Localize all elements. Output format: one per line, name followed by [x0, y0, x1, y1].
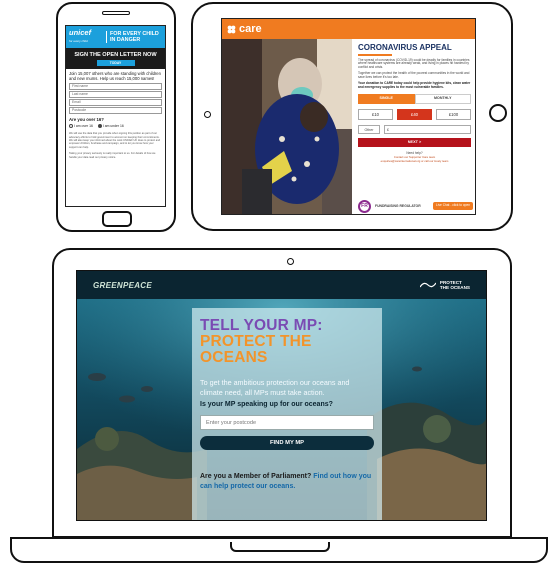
appeal-paragraph-3: Your donation to CARE today could help p… [358, 81, 471, 89]
petition-form: Join 15,007 others who are standing with… [66, 69, 165, 161]
lead-paragraph: To get the ambitious protection our ocea… [200, 378, 350, 397]
page-title: TELL YOUR MP: PROTECT THE OCEANS [200, 318, 374, 366]
care-logo-text: care [239, 23, 262, 35]
phone-device: unicef for every child FOR EVERY CHILD I… [56, 2, 176, 232]
phone-home-button [102, 211, 132, 227]
mp-info: Are you a Member of Parliament? Find out… [200, 472, 374, 492]
title-underline [358, 54, 392, 56]
petition-band: SIGN THE OPEN LETTER NOW TODAY [66, 48, 165, 69]
today-button[interactable]: TODAY [96, 60, 135, 66]
last-name-field[interactable]: Last name [69, 91, 162, 98]
radio-dot-icon [69, 124, 73, 129]
tablet-camera [204, 111, 211, 118]
tablet-home-button [489, 104, 507, 122]
live-chat-button[interactable]: Live Chat - click to open [432, 202, 473, 210]
care-hands-icon [227, 25, 236, 33]
laptop-screen: GREENPEACE PROTECT THE OCEANS TELL YOUR … [76, 270, 487, 521]
age-under-16-label: I am under 16 [102, 123, 124, 128]
email-field[interactable]: Email [69, 99, 162, 106]
laptop-lid: GREENPEACE PROTECT THE OCEANS TELL YOUR … [52, 248, 512, 538]
campaign-logo-line-2: THE OCEANS [439, 285, 470, 290]
wave-icon [419, 282, 436, 288]
privacy-fine-print-2: Taking your privacy seriously is really … [69, 152, 156, 159]
tablet-device: care CORONAVIRUS APPEAL The spread of co… [191, 2, 513, 231]
amount-options: £10 £40 £100 [358, 108, 471, 120]
other-amount-row: Other £ [358, 124, 471, 134]
petition-card: TELL YOUR MP: PROTECT THE OCEANS To get … [192, 308, 382, 520]
regulator-label: FUNDRAISING REGULATOR [375, 204, 421, 208]
phone-screen: unicef for every child FOR EVERY CHILD I… [65, 25, 166, 207]
contact-email-link[interactable]: enquiries@careinternational.org or call … [358, 159, 471, 164]
amount-10-button[interactable]: £10 [358, 108, 393, 120]
protect-the-oceans-logo: PROTECT THE OCEANS [419, 280, 470, 290]
unicef-logo-sub: for every child [69, 39, 88, 43]
unicef-header: unicef for every child FOR EVERY CHILD I… [66, 26, 165, 48]
age-question: Are you over 16? [69, 116, 104, 122]
appeal-photo-image [222, 39, 352, 214]
title-line-1: TELL YOUR MP: [200, 317, 323, 334]
petition-intro: Join 15,007 others who are standing with… [69, 71, 161, 82]
radio-dot-selected-icon [97, 124, 102, 129]
unicef-tagline: FOR EVERY CHILD IN DANGER [106, 31, 159, 43]
appeal-paragraph-2: Together we can protect the health of th… [358, 71, 470, 80]
appeal-photo [222, 39, 352, 214]
frequency-tabs: SINGLE MONTHLY [358, 93, 471, 104]
title-line-2: PROTECT THE OCEANS [200, 333, 312, 366]
age-over-16-label: I am over 16 [74, 123, 93, 128]
age-under-16-radio[interactable]: I am under 16 [97, 123, 124, 129]
age-over-16-radio[interactable]: I am over 16 [69, 124, 93, 129]
amount-40-button[interactable]: £40 [397, 108, 432, 120]
first-name-field[interactable]: First name [69, 83, 162, 90]
unicef-logo-text: unicef [69, 28, 92, 37]
other-amount-input[interactable]: £ [384, 124, 471, 134]
amount-100-button[interactable]: £100 [436, 108, 471, 120]
age-radio-group: I am over 16 I am under 16 [69, 124, 162, 129]
unicef-logo[interactable]: unicef for every child [69, 29, 103, 45]
care-header: care [222, 19, 475, 39]
find-my-mp-button[interactable]: FIND MY MP [200, 436, 374, 450]
laptop-base [10, 537, 548, 563]
laptop-notch [230, 542, 330, 552]
appeal-title: CORONAVIRUS APPEAL [358, 43, 452, 52]
tab-single[interactable]: SINGLE [358, 93, 415, 104]
privacy-fine-print: We will use the data that you provide wh… [69, 132, 161, 149]
petition-title: SIGN THE OPEN LETTER NOW [74, 52, 157, 58]
tab-monthly[interactable]: MONTHLY [414, 93, 471, 104]
donation-panel: CORONAVIRUS APPEAL The spread of coronav… [352, 39, 475, 214]
fundraising-regulator-logo: FR [358, 199, 371, 213]
tagline-line-2: IN DANGER [110, 37, 141, 43]
postcode-field[interactable]: Postcode [69, 107, 162, 114]
appeal-paragraph-1: The spread of coronavirus (COVID-19) cou… [358, 57, 470, 70]
postcode-input[interactable]: Enter your postcode [200, 415, 374, 430]
greenpeace-logo[interactable]: GREENPEACE [93, 281, 152, 290]
laptop-camera [287, 258, 294, 265]
tablet-screen: care CORONAVIRUS APPEAL The spread of co… [221, 18, 476, 215]
mp-question: Is your MP speaking up for our oceans? [200, 401, 333, 408]
greenpeace-header: GREENPEACE PROTECT THE OCEANS [77, 271, 486, 299]
other-amount-label: Other [358, 124, 380, 134]
mp-question-text: Are you a Member of Parliament? [200, 473, 312, 480]
care-logo[interactable]: care [226, 23, 262, 35]
phone-speaker [102, 11, 130, 15]
donation-footer: FR FUNDRAISING REGULATOR Live Chat - cli… [358, 199, 473, 213]
next-button[interactable]: NEXT > [358, 137, 471, 147]
